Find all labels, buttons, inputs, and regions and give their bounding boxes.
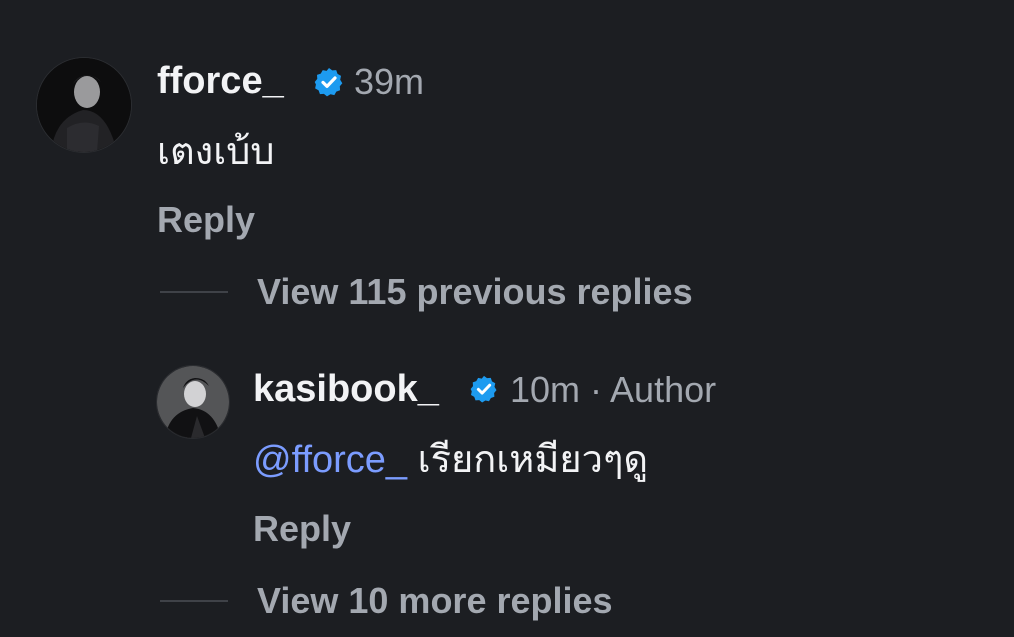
reply-text: @fforce_ เรียกเหมียวๆดู [253,436,648,484]
thread-line-divider [160,291,228,293]
view-previous-replies-label: View 115 previous replies [257,271,693,312]
comment-text: เตงเบ้บ [157,131,275,173]
reply-button[interactable]: Reply [157,198,255,242]
reply-meta: 10m · Author [510,369,717,410]
view-more-replies-label: View 10 more replies [257,580,613,621]
view-previous-replies-button[interactable]: View 115 previous replies [160,270,780,314]
comment-time: 39m [354,61,425,102]
avatar[interactable] [36,57,132,153]
cropped-content [0,0,1014,6]
thread-line-divider [160,600,228,602]
avatar[interactable] [156,365,230,439]
verified-badge-icon [470,375,497,403]
comment-username[interactable]: fforce_ [157,59,284,103]
reply-text-content: เรียกเหมียวๆดู [407,439,649,481]
reply-username[interactable]: kasibook_ [253,367,439,411]
mention-link[interactable]: @fforce_ [253,439,407,481]
reply-button[interactable]: Reply [253,507,351,551]
view-more-replies-button[interactable]: View 10 more replies [160,579,720,623]
avatar-image [157,366,229,438]
cropped-glyph [548,0,564,6]
avatar-image [37,58,131,152]
comments-thread: fforce_ 39m เตงเบ้บ Reply View 115 previ… [0,0,1014,637]
verified-badge-icon [314,68,343,97]
